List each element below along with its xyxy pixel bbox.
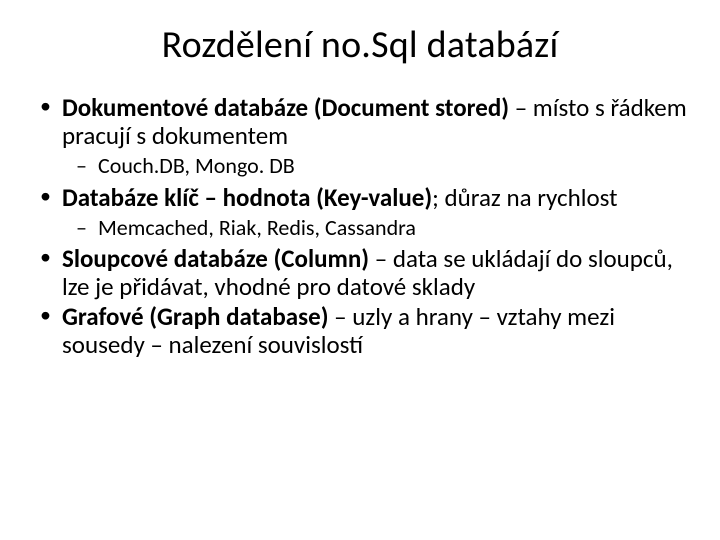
sub-list: Couch.DB, Mongo. DB — [62, 152, 692, 180]
list-item: Dokumentové databáze (Document stored) –… — [62, 94, 692, 180]
list-item: Grafové (Graph database) – uzly a hrany … — [62, 303, 692, 359]
bullet-list: Dokumentové databáze (Document stored) –… — [28, 94, 692, 359]
item-text: ; důraz na rychlost — [432, 182, 617, 213]
sub-item: Couch.DB, Mongo. DB — [98, 152, 692, 180]
item-heading: Dokumentové databáze (Document stored) — [62, 92, 509, 123]
list-item: Databáze klíč – hodnota (Key-value); důr… — [62, 184, 692, 242]
item-heading: Grafové (Graph database) — [62, 301, 328, 332]
slide-title: Rozdělení no.Sql databází — [28, 22, 692, 68]
sub-list: Memcached, Riak, Redis, Cassandra — [62, 214, 692, 242]
item-heading: Sloupcové databáze (Column) — [62, 243, 369, 274]
list-item: Sloupcové databáze (Column) – data se uk… — [62, 245, 692, 301]
item-heading: Databáze klíč – hodnota (Key-value) — [62, 182, 432, 213]
sub-item: Memcached, Riak, Redis, Cassandra — [98, 214, 692, 242]
